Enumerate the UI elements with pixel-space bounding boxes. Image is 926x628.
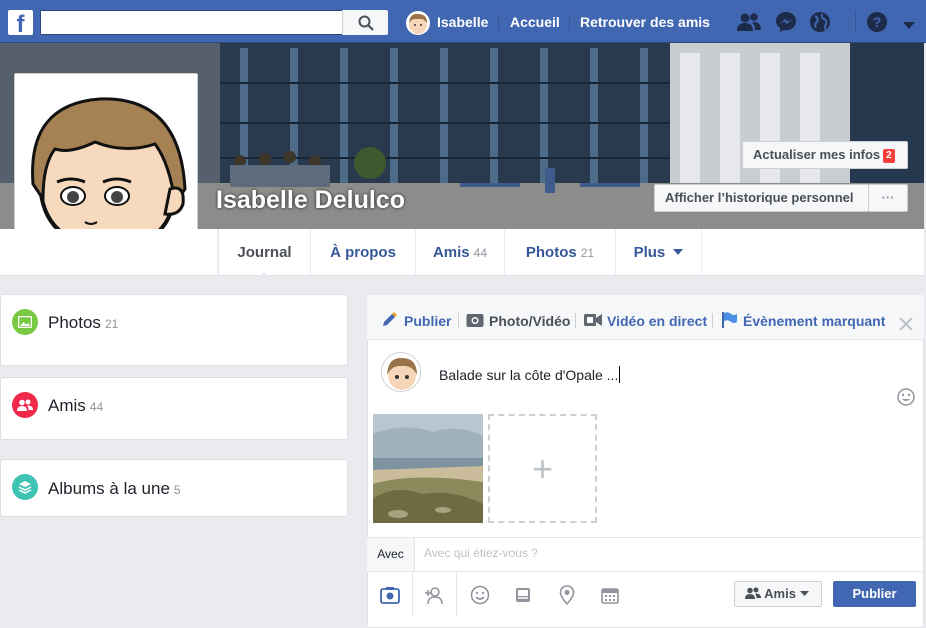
nav-avatar[interactable] bbox=[406, 11, 430, 35]
notifications-globe-icon[interactable] bbox=[809, 11, 831, 36]
friends-card-title[interactable]: Amis bbox=[48, 396, 86, 415]
update-info-button[interactable]: Actualiser mes infos 2 bbox=[742, 141, 908, 169]
tab-friends[interactable]: Amis 44 bbox=[415, 229, 504, 276]
add-photo-button[interactable]: + bbox=[488, 414, 597, 523]
photos-card[interactable]: Photos 21 bbox=[0, 294, 348, 366]
tab-photos[interactable]: Photos 21 bbox=[504, 229, 615, 276]
tab-label: Plus bbox=[633, 244, 666, 261]
publish-button[interactable]: Publier bbox=[833, 581, 916, 607]
pencil-icon bbox=[381, 311, 399, 331]
flag-icon bbox=[720, 311, 738, 332]
profile-name[interactable]: Isabelle Delulco bbox=[216, 186, 405, 215]
composer-tab-live-video[interactable]: Vidéo en direct bbox=[607, 313, 707, 329]
tab-label: Journal bbox=[237, 244, 292, 261]
svg-text:?: ? bbox=[873, 14, 882, 30]
composer-avatar bbox=[381, 352, 421, 392]
caret-down-icon bbox=[799, 591, 809, 596]
composer-text-value: Balade sur la côte d'Opale ... bbox=[439, 367, 619, 383]
cover-more-button[interactable]: ··· bbox=[868, 184, 908, 212]
close-icon[interactable] bbox=[899, 317, 913, 334]
audience-label: Amis bbox=[764, 586, 796, 601]
update-info-label: Actualiser mes infos bbox=[753, 147, 881, 162]
albums-icon bbox=[12, 474, 38, 500]
albums-card-title[interactable]: Albums à la une bbox=[48, 479, 170, 498]
nav-home-link[interactable]: Accueil bbox=[510, 14, 560, 30]
friends-card-count: 44 bbox=[89, 400, 104, 414]
composer-tab-divider bbox=[458, 313, 459, 328]
nav-divider bbox=[569, 13, 570, 31]
search-icon bbox=[358, 15, 374, 31]
friends-card[interactable]: Amis 44 bbox=[0, 377, 348, 440]
nav-divider bbox=[498, 13, 499, 31]
caret-down-icon bbox=[673, 249, 684, 255]
update-info-badge: 2 bbox=[883, 149, 895, 163]
active-tab-indicator bbox=[256, 268, 272, 283]
nav-divider bbox=[855, 11, 856, 33]
location-pin-icon[interactable] bbox=[556, 584, 578, 606]
nav-profile-link[interactable]: Isabelle bbox=[437, 14, 488, 30]
composer-tab-publish[interactable]: Publier bbox=[404, 313, 451, 329]
friend-requests-icon[interactable] bbox=[736, 12, 762, 35]
photos-icon bbox=[12, 309, 38, 335]
sticker-icon[interactable] bbox=[512, 584, 534, 606]
tab-label: Photos bbox=[525, 244, 577, 261]
tab-more[interactable]: Plus bbox=[615, 229, 702, 276]
composer-tab-divider bbox=[575, 313, 576, 328]
friends-icon bbox=[12, 392, 38, 418]
photos-card-title[interactable]: Photos bbox=[48, 313, 101, 332]
activity-log-button[interactable]: Afficher l’historique personnel bbox=[654, 184, 869, 212]
composer-tab-photo-video[interactable]: Photo/Vidéo bbox=[489, 313, 570, 329]
emoji-icon[interactable] bbox=[897, 388, 915, 409]
albums-card[interactable]: Albums à la une 5 bbox=[0, 459, 348, 517]
footer-divider bbox=[456, 572, 457, 616]
friends-icon bbox=[745, 587, 761, 599]
composer-text[interactable]: Balade sur la côte d'Opale ... bbox=[439, 366, 621, 383]
help-icon[interactable]: ? bbox=[866, 11, 888, 36]
calendar-icon[interactable] bbox=[599, 584, 621, 606]
tab-count: 44 bbox=[473, 246, 488, 260]
tab-about[interactable]: À propos bbox=[310, 229, 415, 276]
search-box[interactable] bbox=[40, 10, 388, 35]
photos-card-count: 21 bbox=[104, 317, 119, 331]
nav-find-friends-link[interactable]: Retrouver des amis bbox=[580, 14, 710, 30]
activity-log-label: Afficher l’historique personnel bbox=[665, 190, 854, 205]
attached-photo[interactable] bbox=[373, 414, 483, 523]
tab-label: Amis bbox=[432, 244, 470, 261]
video-camera-icon bbox=[584, 313, 602, 330]
tag-friends-input[interactable]: Avec qui étiez-vous ? bbox=[424, 546, 538, 560]
tag-friends-label: Avec bbox=[367, 538, 415, 571]
photo-camera-icon bbox=[466, 312, 484, 331]
caret-down-icon[interactable] bbox=[903, 18, 915, 33]
search-button[interactable] bbox=[342, 10, 388, 35]
facebook-logo-icon[interactable]: f bbox=[8, 10, 33, 35]
tag-people-icon[interactable] bbox=[423, 584, 445, 606]
add-photo-icon[interactable] bbox=[379, 584, 401, 606]
feeling-icon[interactable] bbox=[469, 584, 491, 606]
tab-label: À propos bbox=[330, 244, 396, 261]
messenger-icon[interactable] bbox=[775, 11, 797, 36]
audience-selector[interactable]: Amis bbox=[734, 581, 822, 607]
composer-tab-divider bbox=[712, 313, 713, 328]
text-cursor bbox=[619, 366, 621, 383]
albums-card-count: 5 bbox=[173, 483, 181, 497]
tab-count: 21 bbox=[580, 246, 595, 260]
composer-tab-life-event[interactable]: Évènement marquant bbox=[743, 313, 885, 329]
footer-divider bbox=[412, 572, 413, 616]
search-input[interactable] bbox=[41, 11, 341, 34]
